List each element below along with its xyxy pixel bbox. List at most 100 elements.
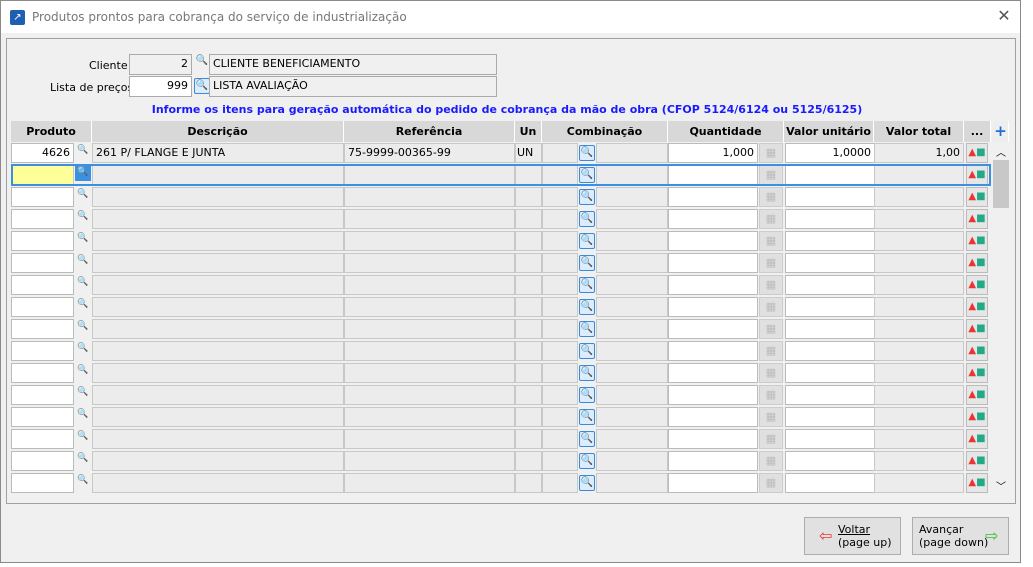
header-referencia[interactable]: Referência — [344, 121, 515, 142]
close-button[interactable]: ✕ — [995, 7, 1013, 25]
produto-cell[interactable] — [11, 231, 74, 251]
row-actions-icon[interactable]: ▲■ — [966, 209, 988, 229]
produto-search-icon[interactable]: 🔍 — [75, 407, 91, 423]
produto-cell[interactable] — [11, 473, 74, 493]
row-actions-icon[interactable]: ▲■ — [966, 407, 988, 427]
scroll-up-icon[interactable]: ︿ — [992, 144, 1010, 159]
valor-unitario-cell[interactable] — [785, 451, 875, 471]
combinacao-search-icon[interactable]: 🔍 — [579, 211, 595, 227]
quantidade-cell[interactable] — [668, 187, 758, 207]
calculator-icon[interactable]: ▦ — [759, 319, 783, 339]
combinacao-search-icon[interactable]: 🔍 — [579, 387, 595, 403]
calculator-icon[interactable]: ▦ — [759, 275, 783, 295]
produto-cell[interactable] — [11, 385, 74, 405]
calculator-icon[interactable]: ▦ — [759, 165, 783, 185]
cliente-code-field[interactable]: 2 — [129, 54, 192, 75]
produto-cell[interactable] — [11, 407, 74, 427]
combinacao-search-icon[interactable]: 🔍 — [579, 277, 595, 293]
header-valor-unitario[interactable]: Valor unitário — [784, 121, 874, 142]
produto-cell[interactable] — [11, 275, 74, 295]
quantidade-cell[interactable] — [668, 275, 758, 295]
lista-code-field[interactable]: 999 — [129, 76, 192, 97]
produto-search-icon[interactable]: 🔍 — [75, 253, 91, 269]
quantidade-cell[interactable] — [668, 363, 758, 383]
calculator-icon[interactable]: ▦ — [759, 209, 783, 229]
valor-unitario-cell[interactable] — [785, 407, 875, 427]
combinacao-search-icon[interactable]: 🔍 — [579, 321, 595, 337]
quantidade-cell[interactable] — [668, 319, 758, 339]
header-combinacao[interactable]: Combinação — [542, 121, 668, 142]
voltar-button[interactable]: ⇦ Voltar (page up) — [804, 517, 901, 555]
quantidade-cell[interactable]: 1,000 — [668, 143, 758, 163]
calculator-icon[interactable]: ▦ — [759, 253, 783, 273]
produto-search-icon[interactable]: 🔍 — [75, 319, 91, 335]
produto-search-icon[interactable]: 🔍 — [75, 451, 91, 467]
quantidade-cell[interactable] — [668, 341, 758, 361]
combinacao-search-icon[interactable]: 🔍 — [579, 343, 595, 359]
valor-unitario-cell[interactable] — [785, 187, 875, 207]
quantidade-cell[interactable] — [668, 297, 758, 317]
produto-search-icon[interactable]: 🔍 — [75, 275, 91, 291]
combinacao-search-icon[interactable]: 🔍 — [579, 255, 595, 271]
header-valor-total[interactable]: Valor total — [874, 121, 964, 142]
produto-search-icon[interactable]: 🔍 — [75, 209, 91, 225]
calculator-icon[interactable]: ▦ — [759, 187, 783, 207]
produto-search-icon[interactable]: 🔍 — [75, 165, 91, 181]
avancar-button[interactable]: Avançar (page down) ⇨ — [912, 517, 1009, 555]
produto-cell[interactable]: 4626 — [11, 143, 74, 163]
quantidade-cell[interactable] — [668, 253, 758, 273]
combinacao-search-icon[interactable]: 🔍 — [579, 299, 595, 315]
produto-cell[interactable] — [11, 429, 74, 449]
produto-cell[interactable] — [11, 363, 74, 383]
valor-unitario-cell[interactable] — [785, 231, 875, 251]
header-more[interactable]: ... — [964, 121, 991, 142]
valor-unitario-cell[interactable] — [785, 385, 875, 405]
calculator-icon[interactable]: ▦ — [759, 143, 783, 163]
quantidade-cell[interactable] — [668, 473, 758, 493]
header-quantidade[interactable]: Quantidade — [668, 121, 784, 142]
quantidade-cell[interactable] — [668, 429, 758, 449]
calculator-icon[interactable]: ▦ — [759, 473, 783, 493]
produto-search-icon[interactable]: 🔍 — [75, 341, 91, 357]
row-actions-icon[interactable]: ▲■ — [966, 165, 988, 185]
valor-unitario-cell[interactable] — [785, 473, 875, 493]
calculator-icon[interactable]: ▦ — [759, 407, 783, 427]
row-actions-icon[interactable]: ▲■ — [966, 451, 988, 471]
combinacao-search-icon[interactable]: 🔍 — [579, 233, 595, 249]
valor-unitario-cell[interactable]: 1,0000 — [785, 143, 875, 163]
produto-search-icon[interactable]: 🔍 — [75, 385, 91, 401]
quantidade-cell[interactable] — [668, 165, 758, 185]
header-produto[interactable]: Produto — [11, 121, 92, 142]
row-actions-icon[interactable]: ▲■ — [966, 341, 988, 361]
produto-search-icon[interactable]: 🔍 — [75, 143, 91, 159]
produto-cell[interactable] — [11, 451, 74, 471]
row-actions-icon[interactable]: ▲■ — [966, 385, 988, 405]
produto-cell[interactable] — [11, 319, 74, 339]
calculator-icon[interactable]: ▦ — [759, 429, 783, 449]
valor-unitario-cell[interactable] — [785, 297, 875, 317]
lista-search-icon[interactable]: 🔍 — [194, 78, 210, 94]
row-actions-icon[interactable]: ▲■ — [966, 319, 988, 339]
combinacao-search-icon[interactable]: 🔍 — [579, 409, 595, 425]
produto-search-icon[interactable]: 🔍 — [75, 231, 91, 247]
grid-scrollbar[interactable]: ︿ ﹀ — [992, 142, 1010, 494]
header-descricao[interactable]: Descrição — [92, 121, 344, 142]
produto-search-icon[interactable]: 🔍 — [75, 473, 91, 489]
row-actions-icon[interactable]: ▲■ — [966, 187, 988, 207]
calculator-icon[interactable]: ▦ — [759, 231, 783, 251]
produto-cell[interactable] — [11, 341, 74, 361]
valor-unitario-cell[interactable] — [785, 253, 875, 273]
produto-search-icon[interactable]: 🔍 — [75, 429, 91, 445]
row-actions-icon[interactable]: ▲■ — [966, 143, 988, 163]
quantidade-cell[interactable] — [668, 407, 758, 427]
row-actions-icon[interactable]: ▲■ — [966, 231, 988, 251]
calculator-icon[interactable]: ▦ — [759, 385, 783, 405]
produto-cell[interactable] — [11, 297, 74, 317]
produto-search-icon[interactable]: 🔍 — [75, 297, 91, 313]
quantidade-cell[interactable] — [668, 451, 758, 471]
combinacao-search-icon[interactable]: 🔍 — [579, 189, 595, 205]
quantidade-cell[interactable] — [668, 231, 758, 251]
valor-unitario-cell[interactable] — [785, 275, 875, 295]
combinacao-search-icon[interactable]: 🔍 — [579, 453, 595, 469]
valor-unitario-cell[interactable] — [785, 165, 875, 185]
